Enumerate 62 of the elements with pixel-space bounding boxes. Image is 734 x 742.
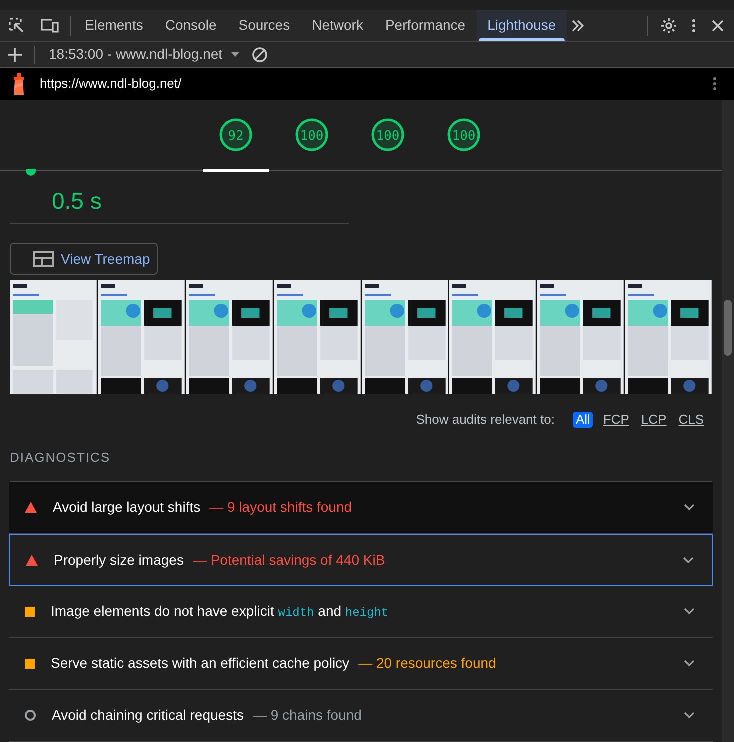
score-gauge [218,116,254,152]
chevron-icon [684,608,695,616]
filter-label: Show audits relevant to: [416,411,555,430]
audit-title: Image elements do not have explicit width and height [51,602,389,622]
more-tabs-icon[interactable] [571,18,586,32]
score-tab[interactable]: 100 [431,100,497,172]
device-icon[interactable] [40,16,60,34]
dropdown-caret-icon [230,52,240,57]
score-gauge [370,116,406,152]
score-gauge [446,116,482,152]
audit-title: Properly size images [54,550,184,570]
devtools-tab[interactable]: Performance [374,10,477,41]
square-icon [25,658,35,669]
audit-row[interactable]: Avoid large layout shifts — 9 layout shifts found [9,482,713,534]
audit-detail: — Potential savings of 440 KiB [192,550,386,570]
audit-detail: — 9 layout shifts found [210,498,352,518]
devtools-tab[interactable]: Console [154,10,228,41]
chevron-icon [684,712,695,720]
chevron-icon [683,556,694,564]
devtools-tab[interactable]: Network [301,10,374,41]
metric-value: 0.5 s [52,187,102,216]
menu-icon[interactable] [713,77,717,91]
add-icon[interactable] [8,48,22,62]
circle-icon [25,710,36,722]
clear-icon[interactable] [252,46,268,62]
view-treemap-button[interactable]: View Treemap [10,243,158,276]
scrollbar[interactable] [722,100,734,742]
settings-icon[interactable] [660,16,678,34]
score-value: 92 [228,128,244,146]
inspect-icon[interactable] [8,16,26,34]
page-url: https://www.ndl-blog.net/ [40,75,182,94]
report-label: 18:53:00 - www.ndl-blog.net [49,45,223,64]
score-gauge [294,116,330,152]
square-icon [25,606,35,617]
devtools-tab[interactable]: Lighthouse [476,10,568,41]
audit-detail: — 20 resources found [358,654,496,674]
audit-title: Avoid chaining critical requests [52,706,244,726]
devtools-tab[interactable]: Elements [74,10,154,41]
lighthouse-icon [11,72,27,96]
filter-option[interactable]: FCP [602,410,630,430]
score-tab[interactable]: 100 [355,100,421,172]
audit-detail: — 9 chains found [252,706,362,726]
section-title: DIAGNOSTICS [10,448,112,467]
devtools-tab[interactable]: Sources [228,10,302,41]
close-icon[interactable] [712,20,724,32]
audit-row[interactable]: Properly size images — Potential savings of 440 KiB [9,534,713,586]
audit-title: Avoid large layout shifts [53,498,201,518]
audit-title: Serve static assets with an efficient cache policy [51,654,350,674]
filter-option[interactable]: LCP [640,410,668,430]
chevron-icon [684,504,695,512]
warning-triangle-icon [25,502,37,514]
filter-option[interactable]: CLS [678,410,705,430]
warning-triangle-icon [26,554,38,566]
score-tab[interactable]: 92 [203,100,269,172]
treemap-icon [33,251,54,268]
filter-option[interactable]: All [572,412,594,428]
score-value: 100 [376,128,400,146]
more-options-icon[interactable] [692,18,696,32]
score-value: 100 [300,128,324,146]
score-value: 100 [452,128,476,146]
score-tab[interactable]: 100 [279,100,345,172]
chevron-icon [684,660,695,668]
